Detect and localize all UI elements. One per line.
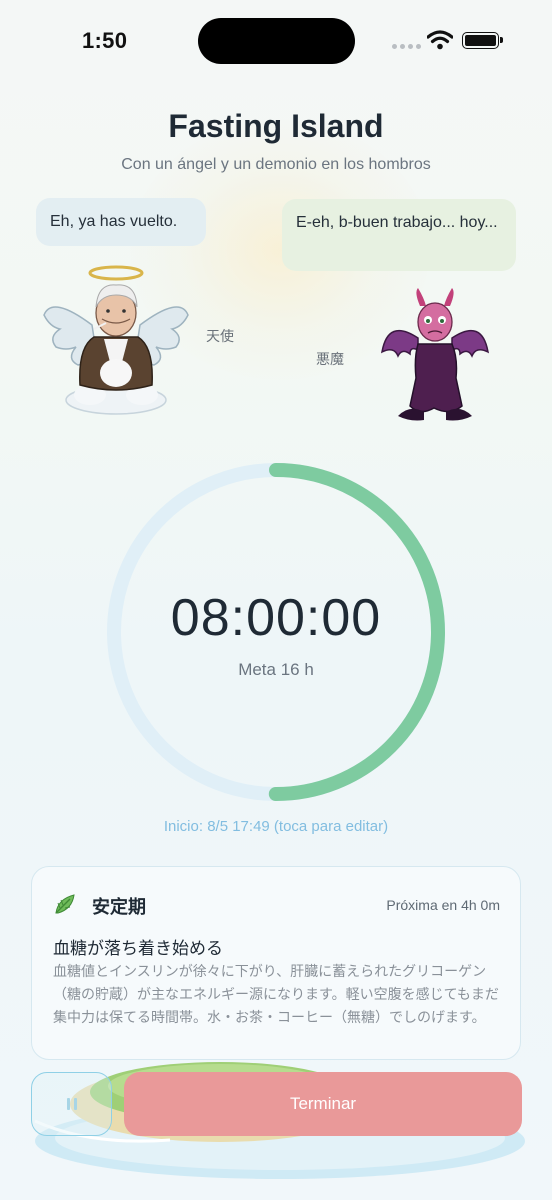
wifi-icon — [427, 30, 453, 50]
phase-description: 血糖値とインスリンが徐々に下がり、肝臓に蓄えられたグリコーゲン（糖の貯蔵）が主な… — [53, 963, 499, 1025]
end-fast-button[interactable]: Terminar — [124, 1072, 522, 1136]
next-phase-countdown: Próxima en 4h 0m — [386, 897, 500, 913]
signal-icon — [392, 44, 421, 49]
demon-icon[interactable] — [380, 288, 490, 424]
elapsed-time: 08:00:00 — [170, 589, 382, 647]
app-subtitle: Con un ángel y un demonio en los hombros — [121, 156, 431, 173]
pause-button[interactable] — [31, 1072, 112, 1136]
angel-icon[interactable] — [42, 255, 190, 420]
phase-headline: 血糖が落ち着き始める — [53, 939, 223, 958]
pause-icon — [66, 1098, 77, 1110]
start-time-link[interactable]: Inicio: 8/5 17:49 (toca para editar) — [0, 818, 552, 835]
app-title: Fasting Island — [168, 108, 384, 144]
angel-label: 天使 — [206, 328, 234, 344]
dynamic-island — [198, 18, 355, 64]
angel-speech-bubble: Eh, ya has vuelto. — [36, 198, 206, 246]
goal-label: Meta 16 h — [238, 660, 314, 679]
battery-icon — [462, 32, 503, 49]
leaf-icon — [55, 894, 75, 914]
demon-label: 悪魔 — [316, 351, 344, 367]
status-time: 1:50 — [82, 28, 128, 53]
demon-speech-bubble: E-eh, b-buen trabajo... hoy... — [282, 199, 516, 271]
phase-card: 安定期 Próxima en 4h 0m 血糖が落ち着き始める 血糖値とインスリ… — [31, 866, 521, 1060]
phase-name: 安定期 — [92, 897, 146, 917]
